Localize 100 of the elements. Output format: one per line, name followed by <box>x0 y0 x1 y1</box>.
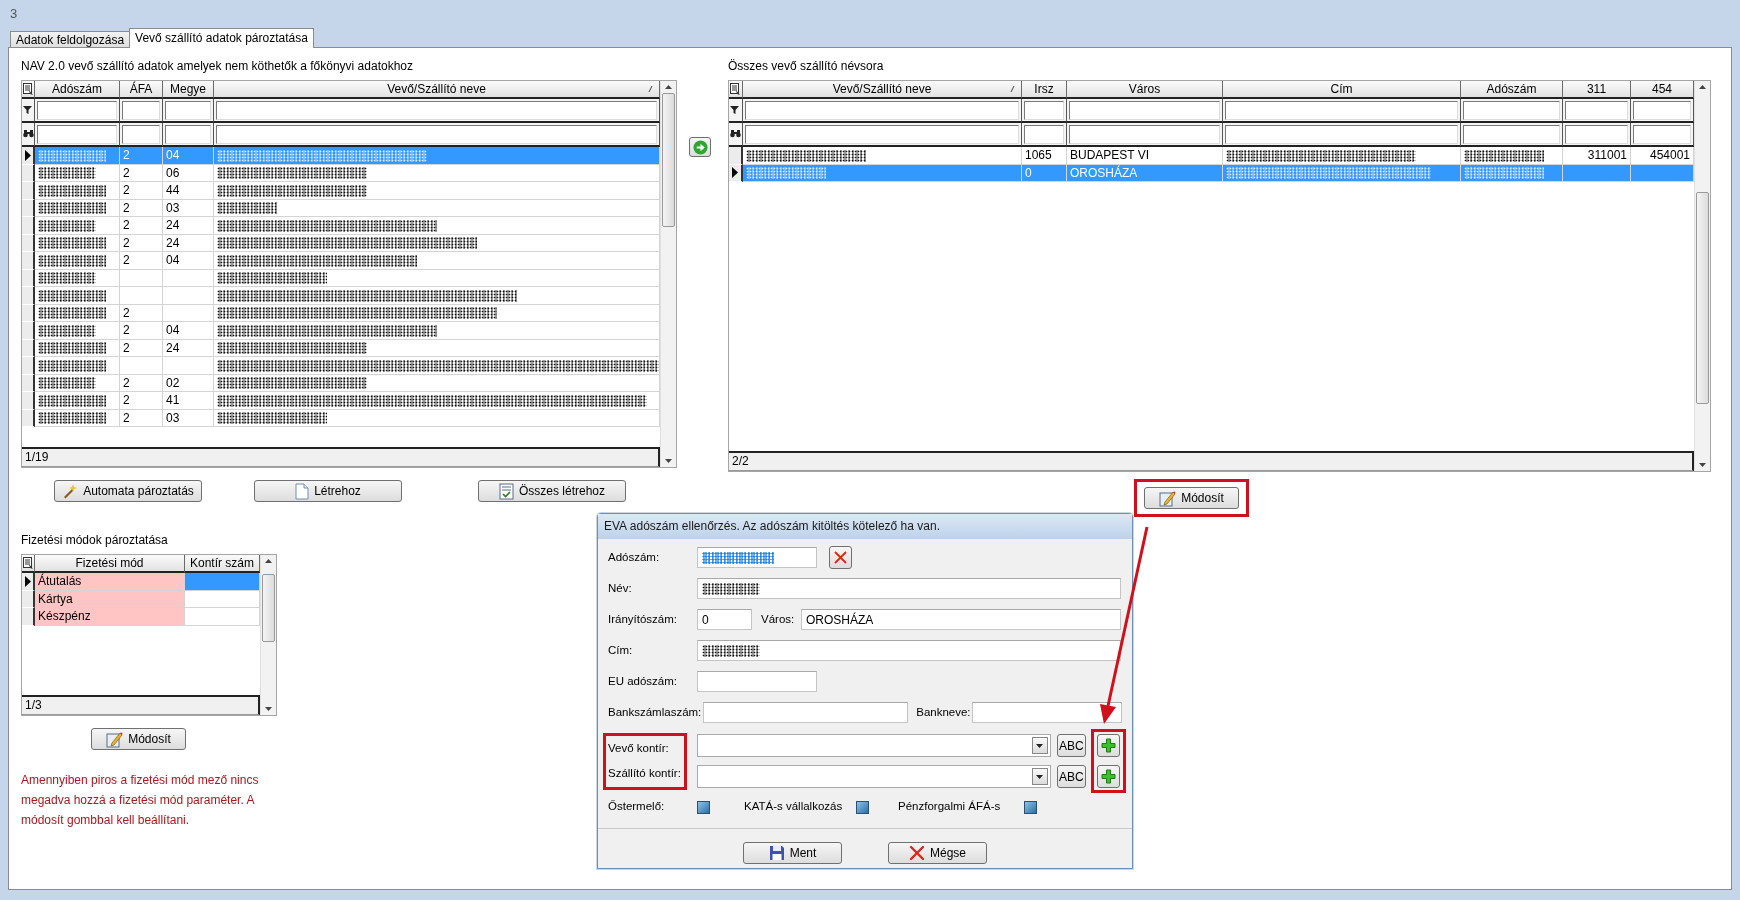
row-selector[interactable] <box>22 392 35 410</box>
search-field[interactable] <box>165 125 211 144</box>
scroll-up-icon[interactable] <box>1699 85 1706 89</box>
search-field[interactable] <box>1463 125 1560 144</box>
row-selector[interactable] <box>22 182 35 200</box>
input-field[interactable] <box>697 547 817 568</box>
filter-field[interactable] <box>122 101 160 120</box>
column-header[interactable]: Adószám <box>1461 81 1563 99</box>
table-cell: 2 <box>120 409 163 427</box>
checkbox[interactable] <box>856 800 869 814</box>
filter-field[interactable] <box>1024 101 1064 120</box>
abc-button[interactable]: ABC <box>1056 734 1086 757</box>
scrollbar[interactable] <box>1694 81 1710 471</box>
search-field[interactable] <box>122 125 160 144</box>
scrollbar-thumb[interactable] <box>662 93 675 227</box>
filter-field[interactable] <box>216 101 657 120</box>
input-field[interactable] <box>703 702 909 723</box>
input-field[interactable]: 0 <box>697 609 752 630</box>
dialog-button[interactable]: Ment <box>743 842 842 864</box>
scrollbar-thumb[interactable] <box>1696 191 1709 405</box>
scrollbar-thumb[interactable] <box>262 573 275 642</box>
column-header[interactable]: ÁFA <box>120 81 163 99</box>
filter-field[interactable] <box>165 101 211 120</box>
section-caption: Fizetési módok pároztatása <box>21 532 169 549</box>
scroll-down-icon[interactable] <box>265 707 272 711</box>
action-button[interactable]: Létrehoz <box>254 480 402 502</box>
sort-icon <box>1010 85 1015 93</box>
column-header[interactable]: Kontír szám <box>185 555 260 573</box>
search-field[interactable] <box>1069 125 1220 144</box>
dropdown-icon[interactable] <box>1036 774 1044 779</box>
column-header[interactable]: Cím <box>1223 81 1461 99</box>
column-header[interactable]: Irsz <box>1022 81 1067 99</box>
row-selector[interactable] <box>22 322 35 340</box>
tab[interactable]: Vevő szállító adatok pároztatása <box>129 28 314 48</box>
modify-button[interactable]: Módosít <box>1144 487 1239 509</box>
row-selector[interactable] <box>22 608 35 626</box>
table-cell: 41 <box>163 392 214 410</box>
scrollbar[interactable] <box>660 81 676 467</box>
filter-field[interactable] <box>1463 101 1560 120</box>
row-selector[interactable] <box>729 147 743 165</box>
field-label: EU adószám: <box>608 673 679 689</box>
checkbox[interactable] <box>697 800 710 814</box>
column-header[interactable]: 454 <box>1631 81 1694 99</box>
row-selector[interactable] <box>22 252 35 270</box>
input-field[interactable]: OROSHÁZA <box>801 609 1121 630</box>
abc-button[interactable]: ABC <box>1056 765 1086 788</box>
column-header[interactable]: 311 <box>1563 81 1631 99</box>
column-chooser-icon[interactable] <box>730 82 741 96</box>
scroll-down-icon[interactable] <box>1699 463 1706 467</box>
add-button[interactable] <box>1096 765 1120 788</box>
column-header[interactable]: Megye <box>163 81 214 99</box>
action-button[interactable]: Automata pároztatás <box>54 480 202 502</box>
column-header[interactable]: Adószám <box>35 81 120 99</box>
table-cell: 44 <box>163 182 214 200</box>
input-field[interactable] <box>697 640 1121 661</box>
arrow-right-icon <box>692 139 708 155</box>
column-header[interactable]: Vevő/Szállító neve <box>743 81 1022 99</box>
search-field[interactable] <box>1024 125 1064 144</box>
dropdown-icon[interactable] <box>1036 743 1044 748</box>
search-field[interactable] <box>1633 125 1691 144</box>
modify-button[interactable]: Módosít <box>91 728 186 750</box>
filter-field[interactable] <box>1565 101 1628 120</box>
input-field[interactable] <box>697 578 1121 599</box>
table-cell: 2 <box>120 392 163 410</box>
table-cell: BUDAPEST VI <box>1067 147 1223 165</box>
input-field[interactable] <box>697 671 817 692</box>
transfer-button[interactable] <box>689 137 711 157</box>
column-chooser-icon[interactable] <box>22 556 34 570</box>
checkbox[interactable] <box>1024 800 1037 814</box>
filter-field[interactable] <box>1225 101 1458 120</box>
clear-button[interactable] <box>829 546 852 569</box>
action-button[interactable]: Összes létrehoz <box>478 480 626 502</box>
scrollbar[interactable] <box>260 555 276 715</box>
row-selector[interactable] <box>22 573 35 591</box>
row-selector[interactable] <box>22 147 35 165</box>
input-field[interactable] <box>972 702 1122 723</box>
column-header[interactable]: Város <box>1067 81 1223 99</box>
search-field[interactable] <box>37 125 117 144</box>
row-selector[interactable] <box>22 287 35 305</box>
dialog-button[interactable]: Mégse <box>888 842 987 864</box>
add-button[interactable] <box>1096 734 1120 757</box>
scroll-down-icon[interactable] <box>665 459 672 463</box>
filter-field[interactable] <box>37 101 117 120</box>
search-field[interactable] <box>216 125 657 144</box>
search-field[interactable] <box>1225 125 1458 144</box>
scroll-up-icon[interactable] <box>265 559 272 563</box>
table-cell: 2 <box>120 374 163 392</box>
table-cell: 2 <box>120 147 163 165</box>
row-selector[interactable] <box>22 217 35 235</box>
filter-field[interactable] <box>745 101 1019 120</box>
filter-field[interactable] <box>1633 101 1691 120</box>
scroll-up-icon[interactable] <box>665 85 672 89</box>
filter-field[interactable] <box>1069 101 1220 120</box>
search-field[interactable] <box>745 125 1019 144</box>
row-selector[interactable] <box>22 357 35 375</box>
column-header[interactable]: Fizetési mód <box>35 555 185 573</box>
plus-icon <box>1100 738 1116 753</box>
column-header[interactable]: Vevő/Szállító neve <box>214 81 660 99</box>
search-field[interactable] <box>1565 125 1628 144</box>
column-chooser-icon[interactable] <box>22 82 34 96</box>
